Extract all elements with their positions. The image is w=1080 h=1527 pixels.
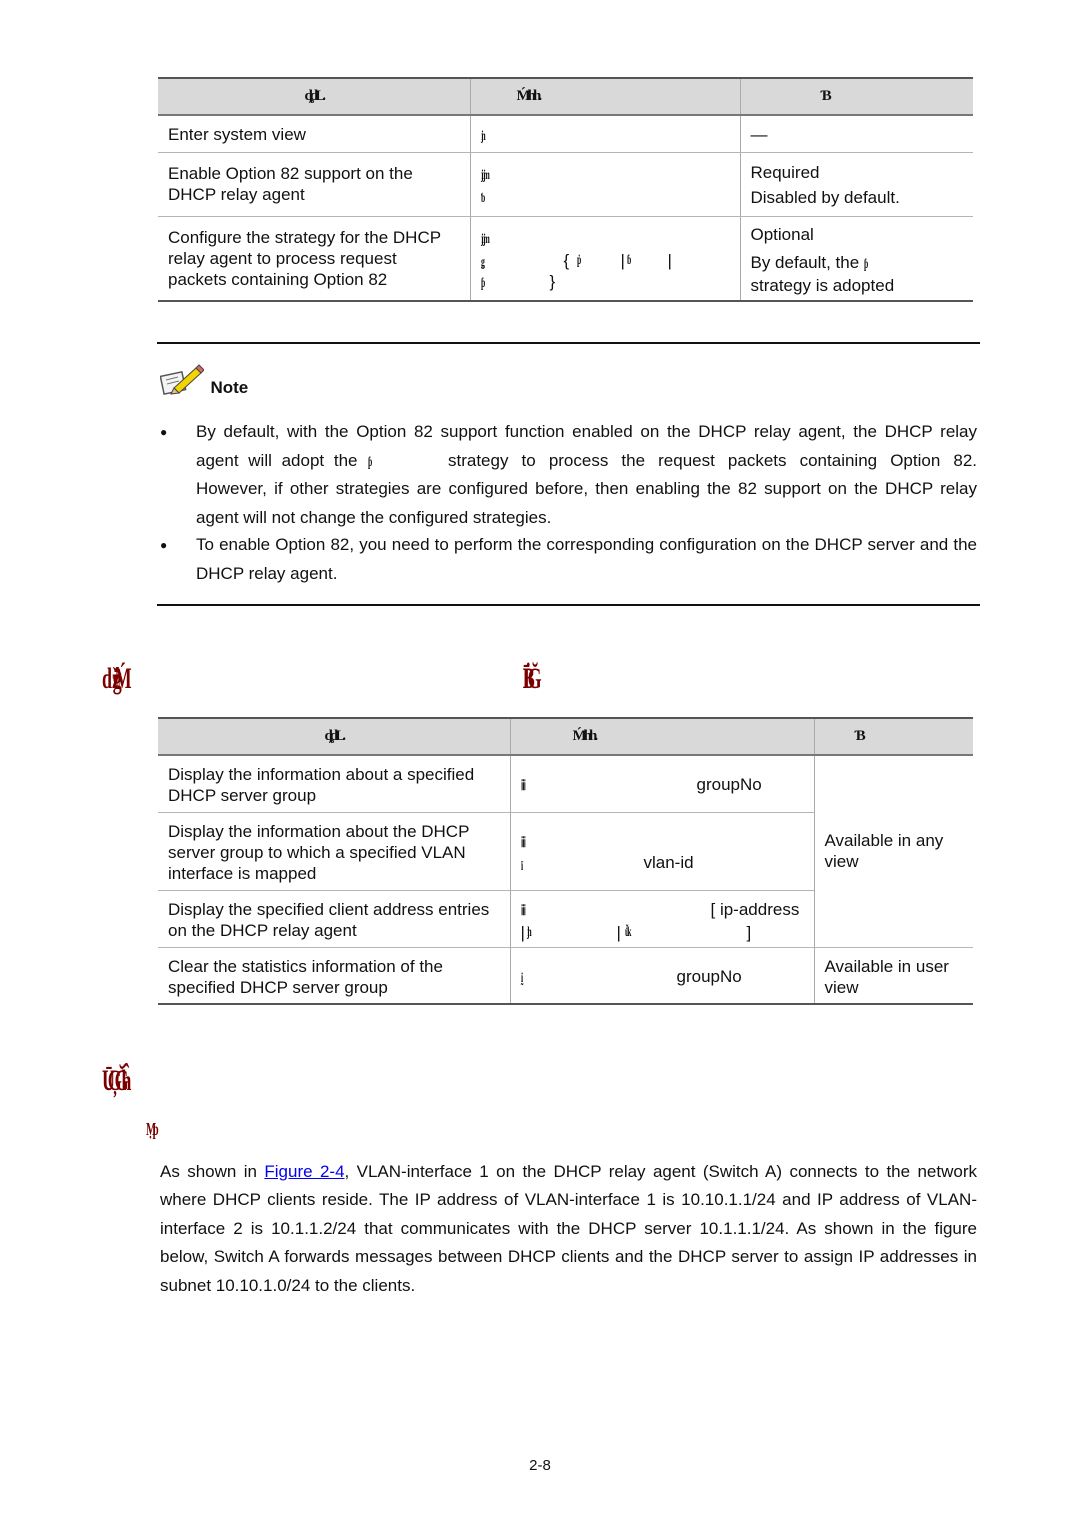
separator: | (616, 922, 621, 942)
command-text: ⅲ (520, 903, 526, 919)
todo-text: Display the information about the DHCP s… (168, 821, 470, 883)
header-command: Ḿhh. (509, 717, 815, 756)
command-option: ǚk (624, 924, 631, 940)
command-arg: groupNo (696, 775, 762, 794)
table-row: Enter system view јn — (158, 115, 973, 153)
command-option: ƥ (480, 275, 485, 291)
section-heading-right: ĪḂĞ (523, 662, 542, 695)
remarks-required: Required (750, 162, 820, 182)
header-remarks: Ɓ (739, 77, 973, 116)
header-todo: ȡdL. (158, 717, 511, 756)
paragraph-prefix: As shown in (160, 1162, 265, 1181)
figure-link[interactable]: Figure 2-4 (264, 1162, 344, 1181)
page-number: 2-8 (529, 1457, 551, 1474)
header-remarks-text: Ɓ (820, 88, 832, 104)
note-pencil-icon (159, 364, 205, 401)
brace-open: { (563, 250, 570, 270)
command-text: ȷĳm (480, 167, 490, 183)
note-bullet-text: To enable Option 82, you need to perform… (196, 535, 977, 583)
separator: | (667, 250, 672, 270)
example-heading: ŪĢĞĥ (102, 1064, 131, 1097)
note-bullet-line1: By default, with the Option 82 support f… (196, 422, 977, 441)
separator: | (620, 250, 625, 270)
note-bottom-rule (157, 604, 980, 606)
header-command: Ḿhh. (469, 77, 741, 116)
header-remarks-text: Ɓ (854, 728, 866, 744)
command-option: ȷh (526, 924, 532, 940)
todo-text: Enter system view (168, 125, 306, 144)
todo-text: Configure the strategy for the DHCP rela… (168, 227, 441, 289)
table-row: Enable Option 82 support on the DHCP rel… (158, 152, 973, 217)
note-bullet: ● To enable Option 82, you need to perfo… (160, 531, 977, 588)
header-command-text: Ḿhh. (572, 728, 599, 744)
remarks-default-kw: ƥ (863, 256, 868, 272)
separator: | (520, 922, 525, 942)
command-option: ɓ (626, 252, 631, 268)
section-heading-left: ǆĝḾ (102, 662, 132, 695)
remarks-text: — (750, 125, 768, 144)
network-requirements-paragraph: As shown in Figure 2-4, VLAN-interface 1… (160, 1158, 977, 1300)
note-bullet-line2-prefix: agent will adopt the (196, 450, 358, 470)
command-arg: [ ip-address (710, 899, 800, 919)
remarks-user-view: Available in user view (824, 956, 949, 997)
note-bullet-line2-suffix: strategy to process the request packets … (448, 450, 977, 470)
command-text: ⅲ (520, 779, 526, 794)
remarks-default-suffix: strategy is adopted (750, 275, 895, 295)
command-text: јn (480, 129, 486, 144)
todo-text: Display the information about a specifie… (168, 765, 475, 805)
remarks-default-prefix: By default, the (750, 252, 860, 272)
remarks-optional: Optional (750, 224, 814, 244)
note-bullet: ● By default, with the Option 82 support… (160, 418, 977, 532)
header-todo-text: ȡdL. (324, 728, 347, 744)
command-text: ȷĳm (480, 231, 490, 247)
command-text: ǥ (480, 254, 485, 270)
command-arg: vlan-id (643, 852, 694, 872)
todo-text: Clear the statistics information of the … (168, 956, 443, 997)
remarks-any-view: Available in any view (824, 831, 944, 872)
bullet-icon: ● (160, 538, 168, 552)
note-bullet-rest: However, if other strategies are configu… (196, 479, 977, 527)
header-command-text: Ḿhh. (516, 88, 543, 104)
config-table-option82: ȡdL. Ḿhh. Ɓ Enter system view јn — Enabl… (158, 77, 973, 302)
command-option: ṗ (576, 252, 581, 268)
bullet-icon: ● (160, 425, 168, 439)
brace-close: } (549, 271, 556, 291)
bracket-close: ] (746, 922, 752, 942)
note-bullet-kw: ƥ (368, 454, 372, 470)
table-row: Configure the strategy for the DHCP rela… (158, 216, 973, 302)
remarks-default: Disabled by default. (750, 187, 900, 207)
command-text: ⅲ (520, 835, 526, 851)
todo-text: Enable Option 82 support on the DHCP rel… (168, 163, 413, 204)
header-todo-text: ȡdL. (304, 88, 327, 104)
table-row: Display the information about a specifie… (158, 755, 973, 948)
display-commands-table: ȡdL. Ḿhh. Ɓ Display the information abou… (158, 717, 973, 1005)
paragraph-text: , VLAN-interface 1 on the DHCP relay age… (160, 1162, 977, 1295)
table-row: Clear the statistics information of the … (158, 947, 973, 1005)
note-header: Note (159, 364, 249, 401)
command-text: ƅ (480, 190, 485, 206)
network-requirements-heading: Ṃp (146, 1119, 159, 1139)
command-arg: groupNo (676, 966, 742, 986)
header-todo: ȡdL. (158, 77, 471, 116)
note-title: Note (210, 377, 249, 397)
header-remarks: Ɓ (813, 717, 973, 756)
todo-text: Display the specified client address ent… (168, 899, 490, 940)
note-top-rule (157, 342, 980, 344)
